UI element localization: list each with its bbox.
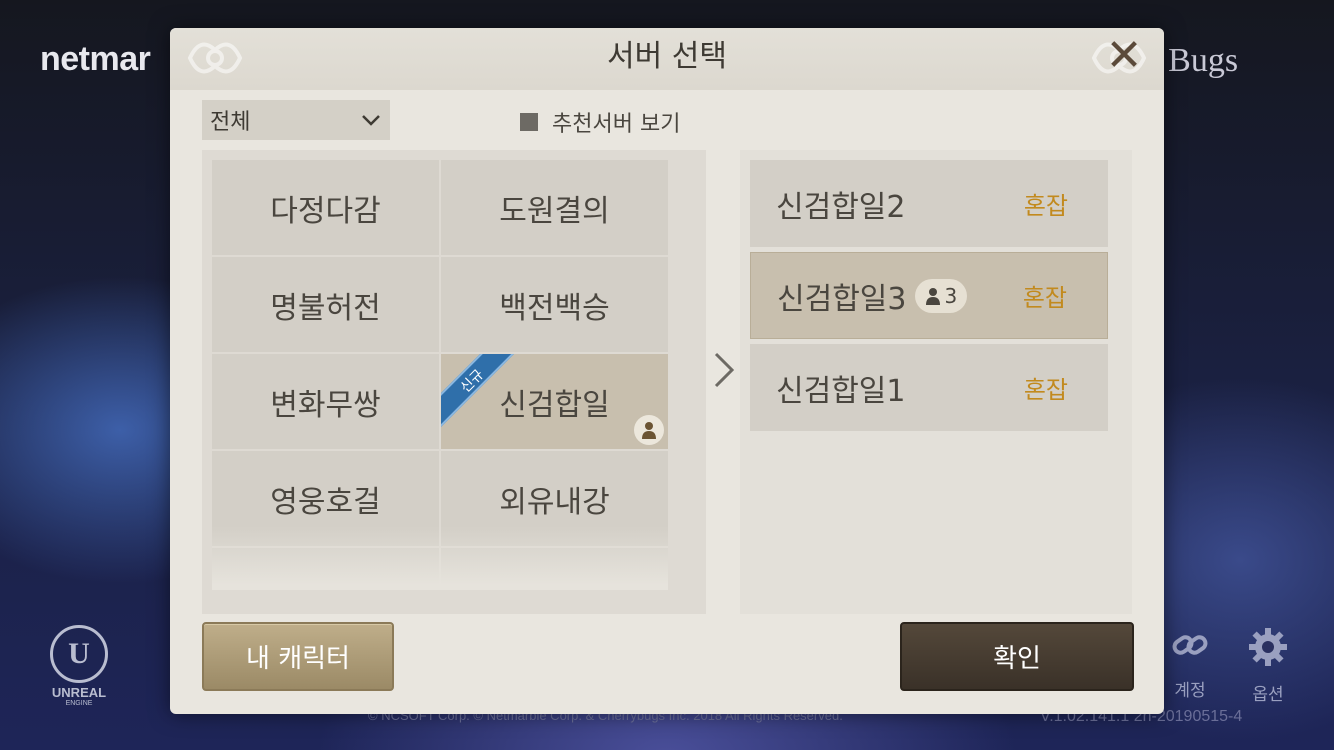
close-icon[interactable]: ✕ bbox=[1102, 34, 1146, 80]
filter-selected-value: 전체 bbox=[210, 110, 251, 135]
recommended-label: 추천서버 보기 bbox=[552, 112, 681, 137]
account-button[interactable]: 계정 bbox=[1162, 625, 1218, 701]
server-name: 다정다감 bbox=[270, 193, 381, 229]
sub-server-name: 신검합일1 bbox=[776, 373, 906, 409]
gear-icon bbox=[1240, 625, 1296, 680]
server-select-dialog: 서버 선택 ✕ 전체 추천서버 보기 다정다감 도원결의 명불허전 백전백승 변… bbox=[170, 28, 1164, 714]
character-icon bbox=[925, 287, 940, 305]
recommended-server-toggle[interactable]: 추천서버 보기 bbox=[520, 106, 680, 138]
server-cell[interactable]: 다정다감 bbox=[212, 160, 439, 255]
server-cell[interactable]: 명불허전 bbox=[212, 257, 439, 352]
character-icon bbox=[634, 415, 664, 445]
server-grid-panel: 다정다감 도원결의 명불허전 백전백승 변화무쌍 신규 신검합일 영웅호걸 외유… bbox=[202, 150, 706, 614]
sub-server-name: 신검합일3 bbox=[777, 281, 907, 317]
options-button[interactable]: 옵션 bbox=[1240, 625, 1296, 705]
server-name: 백전백승 bbox=[499, 290, 610, 326]
options-label: 옵션 bbox=[1252, 685, 1284, 705]
server-grid[interactable]: 다정다감 도원결의 명불허전 백전백승 변화무쌍 신규 신검합일 영웅호걸 외유… bbox=[212, 160, 668, 590]
server-name: 도원결의 bbox=[499, 193, 610, 229]
server-cell[interactable]: 우이독존 bbox=[212, 548, 439, 590]
unreal-mark: U bbox=[50, 625, 108, 683]
server-cell-selected[interactable]: 신규 신검합일 bbox=[441, 354, 668, 449]
server-cell[interactable]: 백전백승 bbox=[441, 257, 668, 352]
character-count-badge: 3 bbox=[914, 278, 968, 313]
server-cell[interactable]: 영웅호걸 bbox=[212, 451, 439, 546]
chevron-right-icon bbox=[714, 352, 735, 388]
sub-server-row[interactable]: 신검합일1 혼잡 bbox=[750, 344, 1108, 431]
confirm-button[interactable]: 확인 bbox=[900, 622, 1134, 691]
unreal-engine-logo: U UNREAL ENGINE bbox=[40, 625, 118, 707]
dialog-title: 서버 선택 bbox=[607, 39, 727, 74]
status-badge: 혼잡 bbox=[1023, 376, 1068, 404]
server-cell[interactable]: 변화무쌍 bbox=[212, 354, 439, 449]
server-name: 우이독존 bbox=[270, 576, 380, 590]
chevron-down-icon bbox=[362, 115, 380, 126]
recommended-checkbox[interactable] bbox=[520, 113, 538, 131]
server-cell[interactable]: 외유내강 bbox=[441, 451, 668, 546]
netmarble-logo: netmar bbox=[40, 40, 151, 78]
sub-server-row-selected[interactable]: 신검합일3 3 혼잡 bbox=[750, 252, 1108, 339]
link-icon bbox=[1162, 625, 1218, 676]
server-name: 영웅호걸 bbox=[270, 484, 381, 520]
sub-server-panel: 신검합일2 혼잡 신검합일3 3 혼잡 신검합일1 혼잡 bbox=[740, 150, 1132, 614]
new-server-ribbon: 신규 bbox=[441, 354, 521, 434]
dialog-header: 서버 선택 ✕ bbox=[170, 28, 1164, 90]
server-name: 명불허전 bbox=[270, 290, 381, 326]
server-cell[interactable]: 이심전심 bbox=[441, 548, 668, 590]
sub-server-row[interactable]: 신검합일2 혼잡 bbox=[750, 160, 1108, 247]
my-character-button[interactable]: 내 캐릭터 bbox=[202, 622, 394, 691]
sub-server-name: 신검합일2 bbox=[776, 189, 906, 225]
ornament-icon bbox=[187, 42, 243, 74]
unreal-sub: ENGINE bbox=[65, 700, 93, 707]
new-badge: 신규 bbox=[441, 354, 521, 431]
status-badge: 혼잡 bbox=[1023, 192, 1068, 220]
server-name: 변화무쌍 bbox=[270, 387, 381, 423]
status-badge: 혼잡 bbox=[1022, 284, 1067, 312]
account-label: 계정 bbox=[1174, 681, 1206, 701]
server-name: 외유내강 bbox=[499, 484, 610, 520]
unreal-name: UNREAL bbox=[51, 685, 107, 700]
server-filter-dropdown[interactable]: 전체 bbox=[202, 100, 390, 140]
server-cell[interactable]: 도원결의 bbox=[441, 160, 668, 255]
character-count: 3 bbox=[944, 283, 958, 308]
server-name: 이심전심 bbox=[499, 576, 609, 590]
